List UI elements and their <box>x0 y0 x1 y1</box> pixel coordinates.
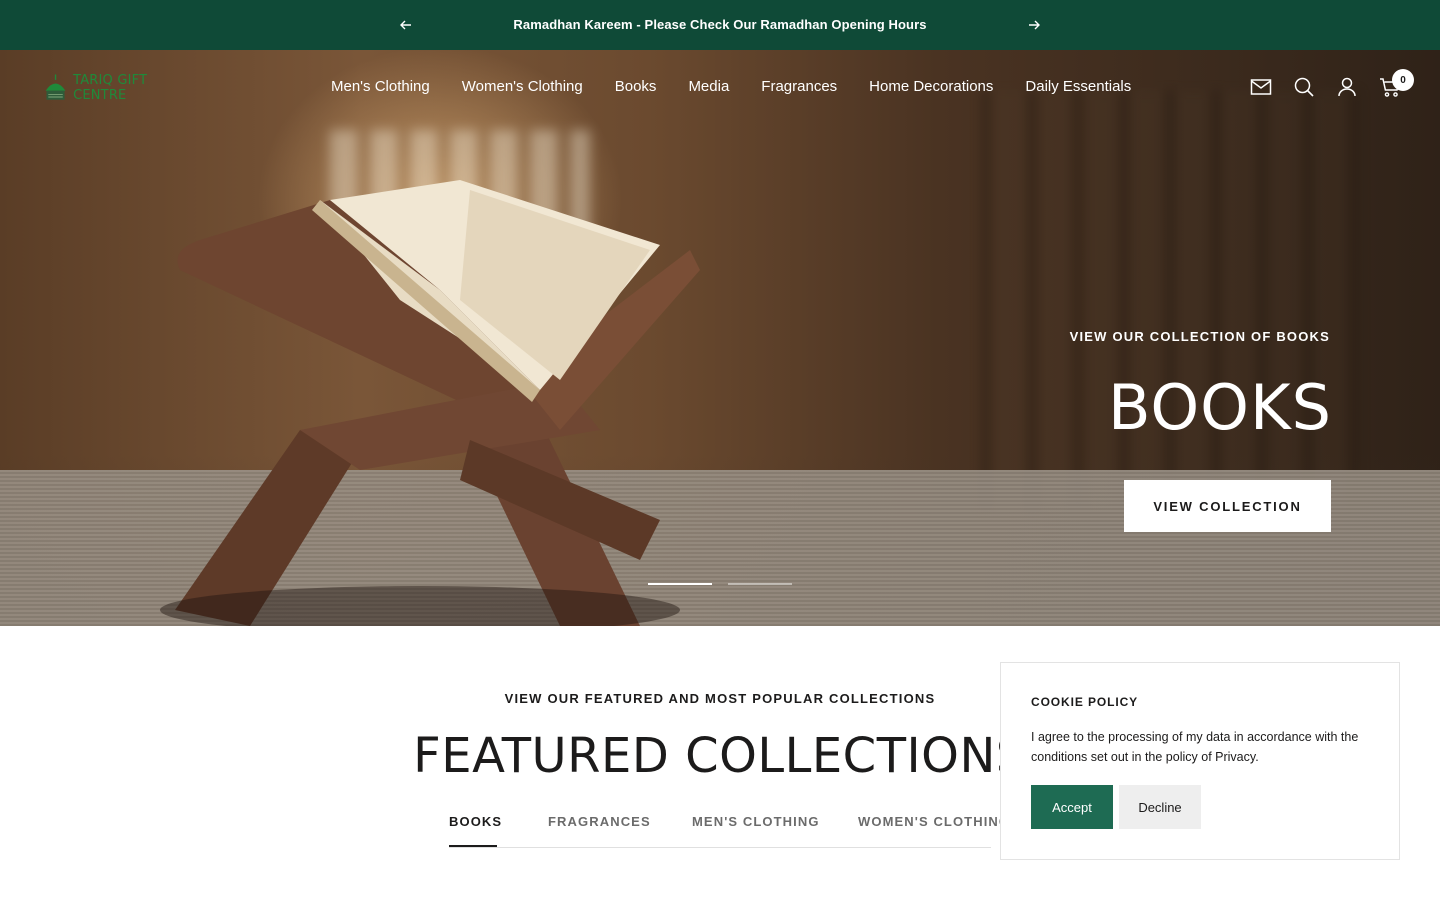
logo-text: TARIQ GIFT CENTRE <box>73 73 148 103</box>
tab-fragrances[interactable]: FRAGRANCES <box>548 814 651 829</box>
nav-item-womens-clothing[interactable]: Women's Clothing <box>462 78 583 95</box>
slide-dot-1[interactable] <box>648 583 712 585</box>
mosque-dome-icon <box>45 74 66 100</box>
nav-item-media[interactable]: Media <box>688 78 729 95</box>
main-navigation: Men's Clothing Women's Clothing Books Me… <box>331 78 1131 95</box>
cart-count-badge: 0 <box>1392 69 1414 91</box>
tab-mens-clothing[interactable]: MEN'S CLOTHING <box>692 814 820 829</box>
accept-button[interactable]: Accept <box>1031 785 1113 829</box>
slide-dot-2[interactable] <box>728 583 792 585</box>
announcement-message[interactable]: Ramadhan Kareem - Please Check Our Ramad… <box>436 17 1004 32</box>
cookie-popup: COOKIE POLICY I agree to the processing … <box>1000 662 1400 860</box>
active-tab-indicator <box>449 845 497 847</box>
cookie-title: COOKIE POLICY <box>1031 695 1139 709</box>
arrow-left-icon[interactable] <box>396 15 416 35</box>
view-collection-button[interactable]: VIEW COLLECTION <box>1124 480 1331 532</box>
cookie-text: I agree to the processing of my data in … <box>1031 730 1359 764</box>
nav-item-fragrances[interactable]: Fragrances <box>761 78 837 95</box>
account-icon[interactable] <box>1336 76 1358 98</box>
tab-books[interactable]: BOOKS <box>449 814 502 829</box>
featured-tabs: BOOKS FRAGRANCES MEN'S CLOTHING WOMEN'S … <box>449 814 1009 848</box>
tab-womens-clothing[interactable]: WOMEN'S CLOTHING <box>858 814 1010 829</box>
search-icon[interactable] <box>1293 76 1315 98</box>
nav-item-home-decorations[interactable]: Home Decorations <box>869 78 993 95</box>
nav-item-mens-clothing[interactable]: Men's Clothing <box>331 78 430 95</box>
slideshow-dots <box>648 583 792 585</box>
announcement-bar: Ramadhan Kareem - Please Check Our Ramad… <box>0 0 1440 50</box>
hero-subheading: VIEW OUR COLLECTION OF BOOKS <box>1069 329 1330 344</box>
hero-title: BOOKS <box>1107 371 1332 444</box>
arrow-right-icon[interactable] <box>1024 15 1044 35</box>
site-logo[interactable]: TARIQ GIFT CENTRE <box>42 70 192 106</box>
nav-item-daily-essentials[interactable]: Daily Essentials <box>1025 78 1131 95</box>
mail-icon[interactable] <box>1250 76 1272 98</box>
nav-item-books[interactable]: Books <box>615 78 657 95</box>
decline-button[interactable]: Decline <box>1119 785 1201 829</box>
